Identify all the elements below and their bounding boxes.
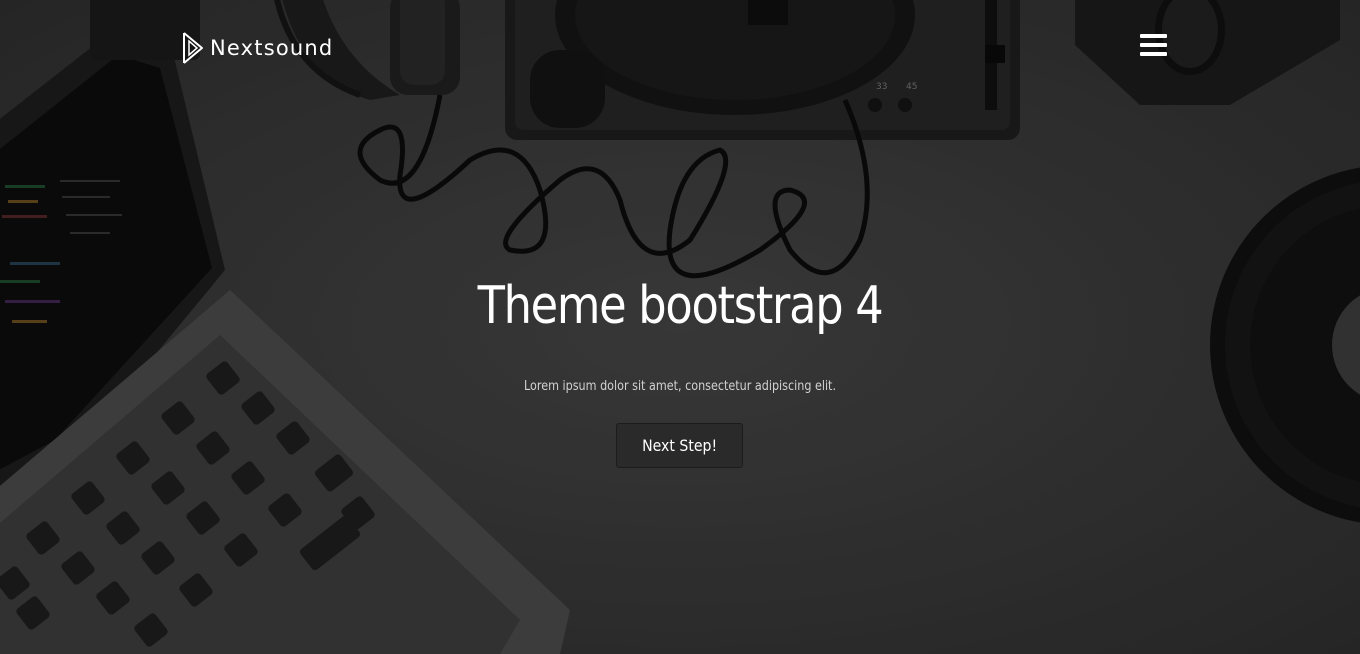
brand-name: Nextsound [210,36,334,60]
menu-bar-line [1140,34,1167,38]
menu-bar-line [1140,43,1167,47]
play-triangle-logo-icon [183,32,203,64]
next-step-button-label: Next Step! [642,436,717,455]
hero-section: 33 45 Nextsound Theme bootstrap 4 Lorem … [0,0,1360,654]
hero-subtitle: Lorem ipsum dolor sit amet, consectetur … [523,379,837,394]
next-step-button[interactable]: Next Step! [616,423,743,468]
top-navbar: Nextsound [0,0,1360,100]
brand-logo-link[interactable]: Nextsound [182,31,333,65]
hamburger-menu-icon[interactable] [1138,34,1170,62]
hero-title: Theme bootstrap 4 [477,276,884,336]
menu-bar-line [1140,52,1167,56]
